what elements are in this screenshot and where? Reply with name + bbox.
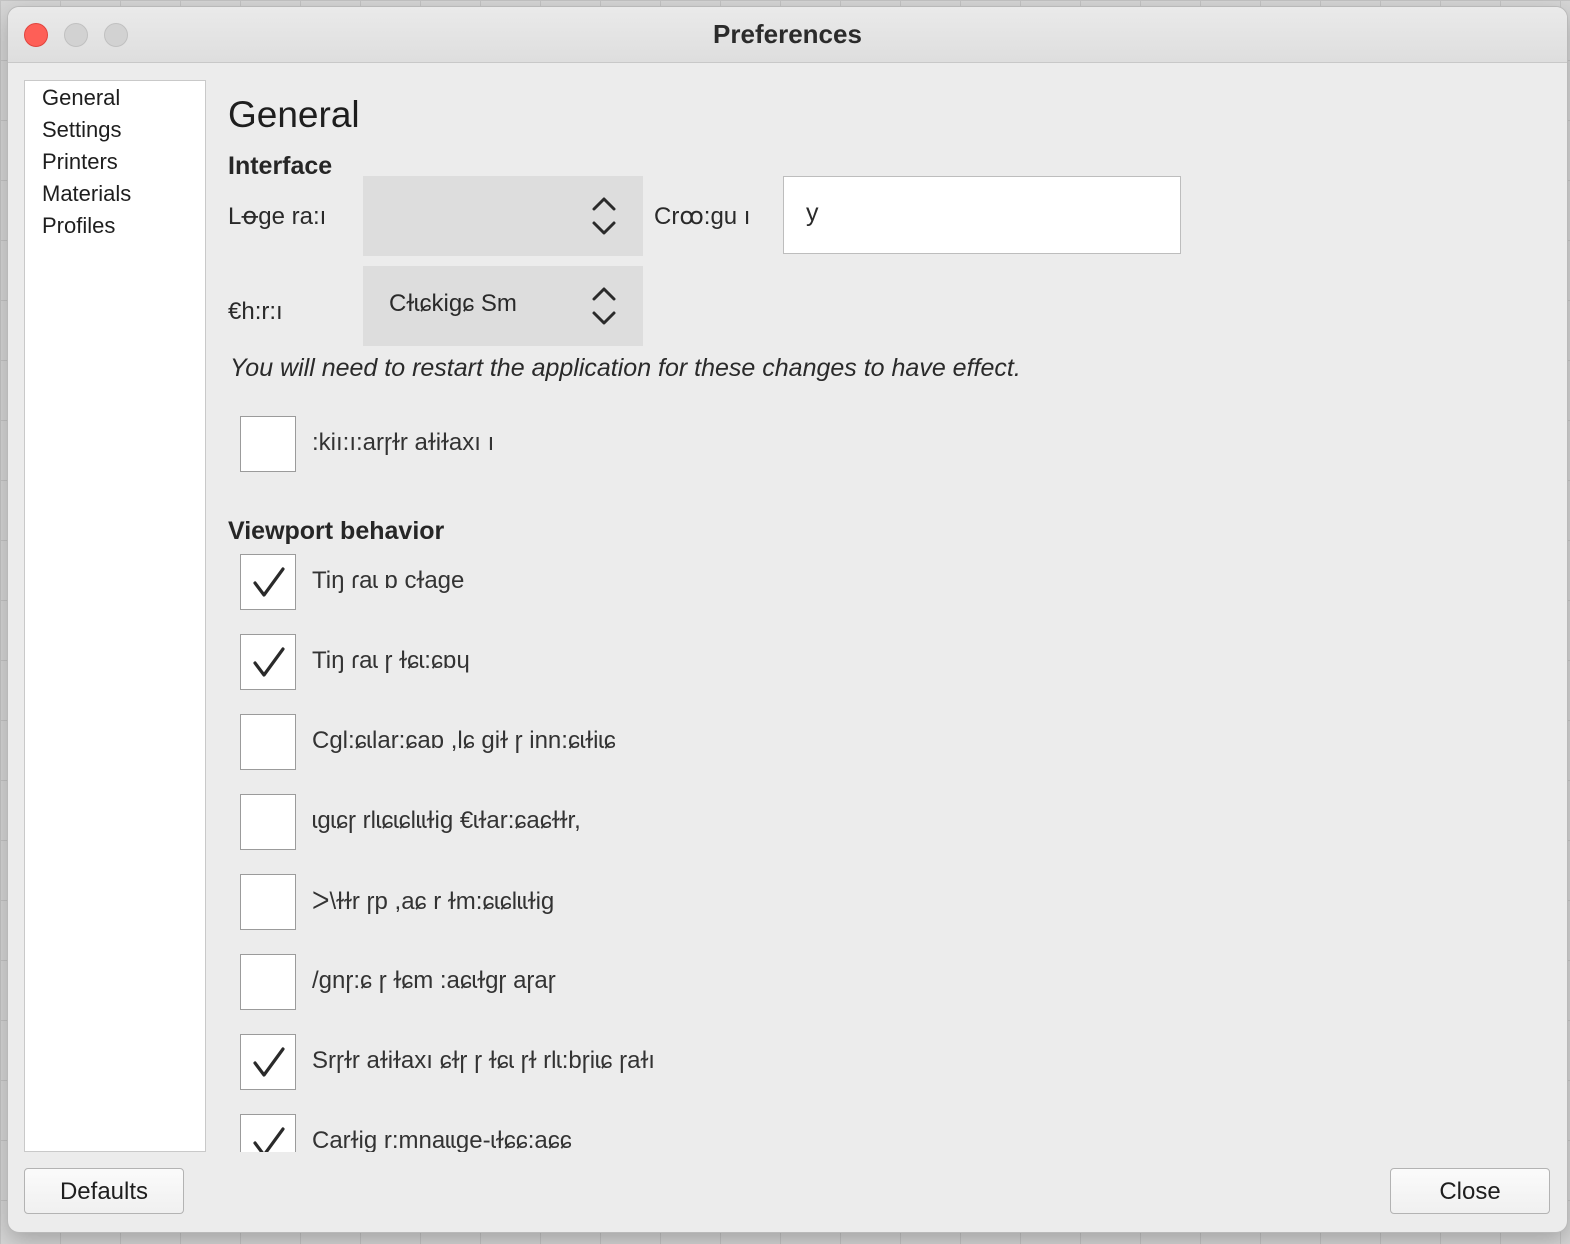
sidebar-item-materials[interactable]: Materials (25, 178, 205, 210)
language-select[interactable] (363, 176, 643, 256)
title-bar: Preferences (8, 7, 1567, 63)
defaults-button[interactable]: Defaults (24, 1168, 184, 1214)
checkbox[interactable] (240, 954, 296, 1010)
currency-field[interactable]: y (783, 176, 1181, 254)
close-button[interactable]: Close (1390, 1168, 1550, 1214)
theme-label: €h:r:ı (228, 298, 283, 325)
theme-select[interactable]: Cɫɩɕkigɕ Sm (363, 266, 643, 346)
checkbox[interactable] (240, 794, 296, 850)
viewport-behavior-heading: Viewport behavior (228, 517, 445, 545)
theme-value: Cɫɩɕkigɕ Sm (389, 290, 517, 317)
checkbox-label: :kiı:ı:arɼɫr aɫiɫaxı ı (312, 429, 495, 456)
up-down-chevron-icon (592, 197, 616, 235)
checkbox[interactable] (240, 416, 296, 472)
sidebar-item-printers[interactable]: Printers (25, 146, 205, 178)
checkbox-checked[interactable] (240, 1034, 296, 1090)
checkbox[interactable] (240, 874, 296, 930)
window-title: Preferences (713, 19, 862, 49)
checkbox-checked[interactable] (240, 634, 296, 690)
checkbox-label: Tiŋ ɾaɩ ɼ ɫɕɩ:ɕɒɥ (312, 647, 470, 674)
checkbox-label: Tiŋ ɾaɩ ɒ cɫaɡe (312, 567, 465, 594)
currency-label: Crꝏ:gu ı (654, 203, 751, 230)
sidebar-item-profiles[interactable]: Profiles (25, 210, 205, 242)
preferences-window: Preferences General Settings Printers Ma… (8, 7, 1567, 1232)
checkbox-label: Cɡl:ɕɩlar:ɕaɒ ,lɕ giɫ ɼ inn:ɕɩɫiɩɕ (312, 727, 616, 754)
checkmark-icon (253, 647, 285, 677)
general-panel: General Interface Lꝋge ra:ı Crꝏ:gu ı y €… (228, 80, 1548, 1152)
checkbox-label: ᐳ\ɫɫr ɼp ,aɕ r ɫm:ɕɩɕlɩɩɫiɡ (312, 888, 555, 915)
checkbox-label: Carɫiɡ r:mnaɩɩɡe-ɩɫɕɕ:aɕɕ (312, 1127, 572, 1152)
checkbox-label: ɩgɩɕɼ rlɩɕɩɕlɩɩɫiɡ €ɩɫar:ɕaɕɫɫr, (312, 807, 581, 834)
sidebar-item-settings[interactable]: Settings (25, 114, 205, 146)
interface-heading: Interface (228, 152, 333, 180)
sidebar-item-general[interactable]: General (25, 82, 205, 114)
checkmark-icon (253, 1127, 285, 1152)
checkmark-icon (253, 1047, 285, 1077)
restart-note: You will need to restart the application… (230, 354, 1021, 382)
language-label: Lꝋge ra:ı (228, 203, 327, 230)
preferences-sidebar: General Settings Printers Materials Prof… (24, 80, 206, 1152)
currency-value: y (806, 199, 819, 227)
up-down-chevron-icon (592, 287, 616, 325)
checkbox-checked[interactable] (240, 1114, 296, 1152)
checkbox[interactable] (240, 714, 296, 770)
checkbox-label: Srɼɫr aɫiɫaxı ɕɫɼ ɼ ɫɕɩ ɼɫ rlɩ:bɼiɩɕ ɼaɫ… (312, 1047, 655, 1074)
checkbox-label: /gnɼ:ɕ ɼ ɫɕm :aɕɩɫɡɼ aɼaɼ (312, 967, 556, 994)
page-title: General (228, 94, 360, 135)
checkmark-icon (253, 567, 285, 597)
checkbox-checked[interactable] (240, 554, 296, 610)
